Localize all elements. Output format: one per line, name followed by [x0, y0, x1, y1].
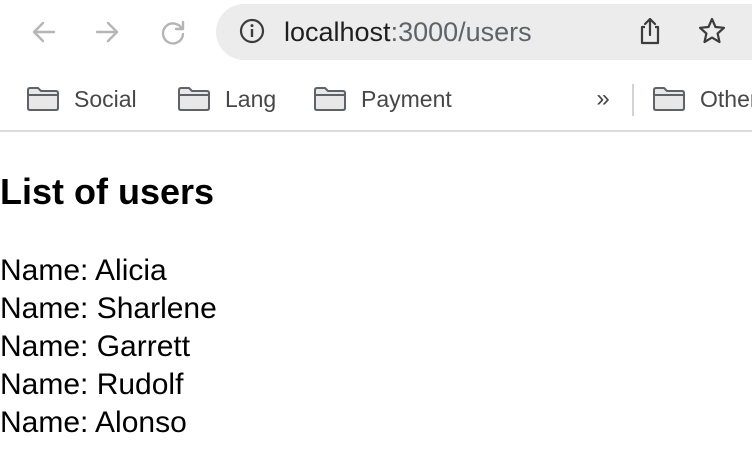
bookmarks-overflow-button[interactable]: » — [592, 84, 614, 114]
info-circle-icon — [239, 18, 265, 49]
share-icon — [636, 16, 664, 51]
page-title: List of users — [0, 171, 215, 212]
arrow-right-icon — [92, 17, 122, 47]
user-list-item: Name: Alonso — [0, 406, 187, 439]
reload-icon — [158, 17, 188, 47]
bookmark-star-button[interactable] — [696, 17, 728, 49]
user-list: Name: Alicia Name: Sharlene Name: Garret… — [0, 252, 217, 442]
bookmark-label: Other — [700, 85, 752, 112]
reload-button[interactable] — [155, 14, 191, 50]
user-list-item: Name: Garrett — [0, 330, 191, 363]
bookmarks-bar: Social Lang Payment » Other — [0, 66, 752, 132]
site-info-button[interactable] — [238, 18, 266, 49]
bookmark-label: Lang — [225, 85, 277, 112]
user-list-item: Name: Alicia — [0, 254, 167, 287]
bookmark-folder-lang[interactable]: Lang — [177, 84, 276, 114]
url-host: localhost — [284, 17, 391, 47]
user-list-item: Name: Sharlene — [0, 292, 217, 325]
address-bar[interactable]: localhost:3000/users — [216, 4, 752, 60]
user-list-item: Name: Rudolf — [0, 368, 184, 401]
url-path: :3000/users — [390, 17, 532, 47]
star-icon — [697, 16, 727, 51]
folder-icon — [26, 86, 60, 112]
folder-icon — [313, 86, 347, 112]
arrow-left-icon — [29, 17, 59, 47]
folder-icon — [177, 86, 211, 112]
double-chevron-right-icon: » — [596, 85, 610, 112]
share-button[interactable] — [634, 17, 666, 49]
bookmark-folder-payment[interactable]: Payment — [313, 84, 452, 114]
forward-button[interactable] — [89, 14, 125, 50]
folder-icon — [652, 86, 686, 112]
browser-toolbar: localhost:3000/users — [0, 0, 752, 66]
back-button[interactable] — [26, 14, 62, 50]
bookmarks-divider — [632, 84, 634, 116]
url-text[interactable]: localhost:3000/users — [284, 17, 532, 47]
bookmark-folder-social[interactable]: Social — [26, 84, 137, 114]
bookmark-folder-other[interactable]: Other — [652, 84, 752, 114]
bookmark-label: Social — [74, 85, 137, 112]
bookmark-label: Payment — [361, 85, 452, 112]
